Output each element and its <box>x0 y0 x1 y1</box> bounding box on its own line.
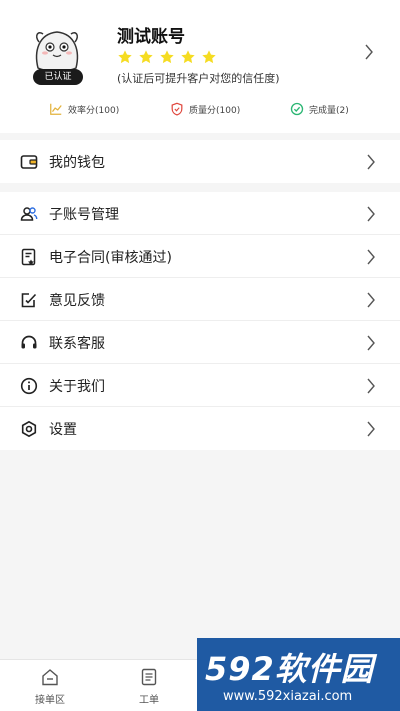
settings-menu: 子账号管理 电子合同(审核通过) 意见反馈 联系客服 关于我们 设置 <box>0 192 400 450</box>
completed-count: 完成量(2) <box>290 102 349 116</box>
menu-item-label: 设置 <box>49 422 77 438</box>
shield-icon <box>171 102 183 116</box>
verify-hint: (认证后可提升客户对您的信任度) <box>117 72 280 85</box>
tab-work-order[interactable]: 工单 <box>119 668 179 706</box>
menu-item-feedback[interactable]: 意见反馈 <box>0 278 400 321</box>
metric-label: 质量分(100) <box>189 105 241 116</box>
verified-badge: 已认证 <box>33 69 83 85</box>
menu-item-label: 子账号管理 <box>49 207 119 223</box>
menu-item-label: 电子合同(审核通过) <box>49 250 172 266</box>
star-icon <box>181 50 195 64</box>
rating-stars <box>117 49 217 67</box>
chevron-right-icon <box>367 206 375 222</box>
menu-item-label: 关于我们 <box>49 379 105 395</box>
star-icon <box>139 50 153 64</box>
info-icon <box>20 377 38 395</box>
headset-icon <box>21 335 37 349</box>
tab-label: 工单 <box>139 695 159 706</box>
menu-item-label: 联系客服 <box>49 336 105 352</box>
watermark-url: www.592xiazai.com <box>223 689 353 704</box>
star-icon <box>202 50 216 64</box>
menu-item-about[interactable]: 关于我们 <box>0 364 400 407</box>
feedback-icon <box>21 293 37 308</box>
tab-label: 接单区 <box>35 695 65 706</box>
menu-item-contract[interactable]: 电子合同(审核通过) <box>0 235 400 278</box>
menu-item-wallet[interactable]: 我的钱包 <box>0 140 400 183</box>
chevron-right-icon <box>367 154 375 170</box>
check-circle-icon <box>290 102 304 116</box>
menu-item-label: 我的钱包 <box>49 155 105 171</box>
contract-icon <box>21 248 36 266</box>
menu-item-customer-service[interactable]: 联系客服 <box>0 321 400 364</box>
menu-item-settings[interactable]: 设置 <box>0 407 400 450</box>
metric-label: 效率分(100) <box>68 105 120 116</box>
metric-label: 完成量(2) <box>309 105 349 116</box>
quality-score: 质量分(100) <box>170 102 240 116</box>
wallet-section: 我的钱包 <box>0 140 400 183</box>
efficiency-score: 效率分(100) <box>49 102 119 116</box>
tab-order-area[interactable]: 接单区 <box>20 668 80 706</box>
star-icon <box>160 50 174 64</box>
home-icon <box>42 669 58 686</box>
chevron-right-icon[interactable] <box>364 44 374 60</box>
chevron-right-icon <box>367 421 375 437</box>
menu-item-label: 意见反馈 <box>49 293 105 309</box>
watermark: 592软件园 www.592xiazai.com <box>197 638 400 711</box>
chevron-right-icon <box>367 292 375 308</box>
chevron-right-icon <box>367 378 375 394</box>
sub-accounts-icon <box>20 207 38 221</box>
metrics-row: 效率分(100) 质量分(100) 完成量(2) <box>0 102 400 120</box>
chevron-right-icon <box>367 249 375 265</box>
wallet-icon <box>20 155 38 169</box>
settings-icon <box>21 420 37 438</box>
star-icon <box>118 50 132 64</box>
chevron-right-icon <box>367 335 375 351</box>
trend-chart-icon <box>50 103 62 115</box>
watermark-brand: 592软件园 <box>205 650 374 688</box>
account-name: 测试账号 <box>117 27 185 47</box>
menu-item-sub-accounts[interactable]: 子账号管理 <box>0 192 400 235</box>
profile-card[interactable]: 已认证 测试账号 (认证后可提升客户对您的信任度) 效率分(100) 质量分(1… <box>0 0 400 133</box>
work-order-icon <box>141 668 157 686</box>
